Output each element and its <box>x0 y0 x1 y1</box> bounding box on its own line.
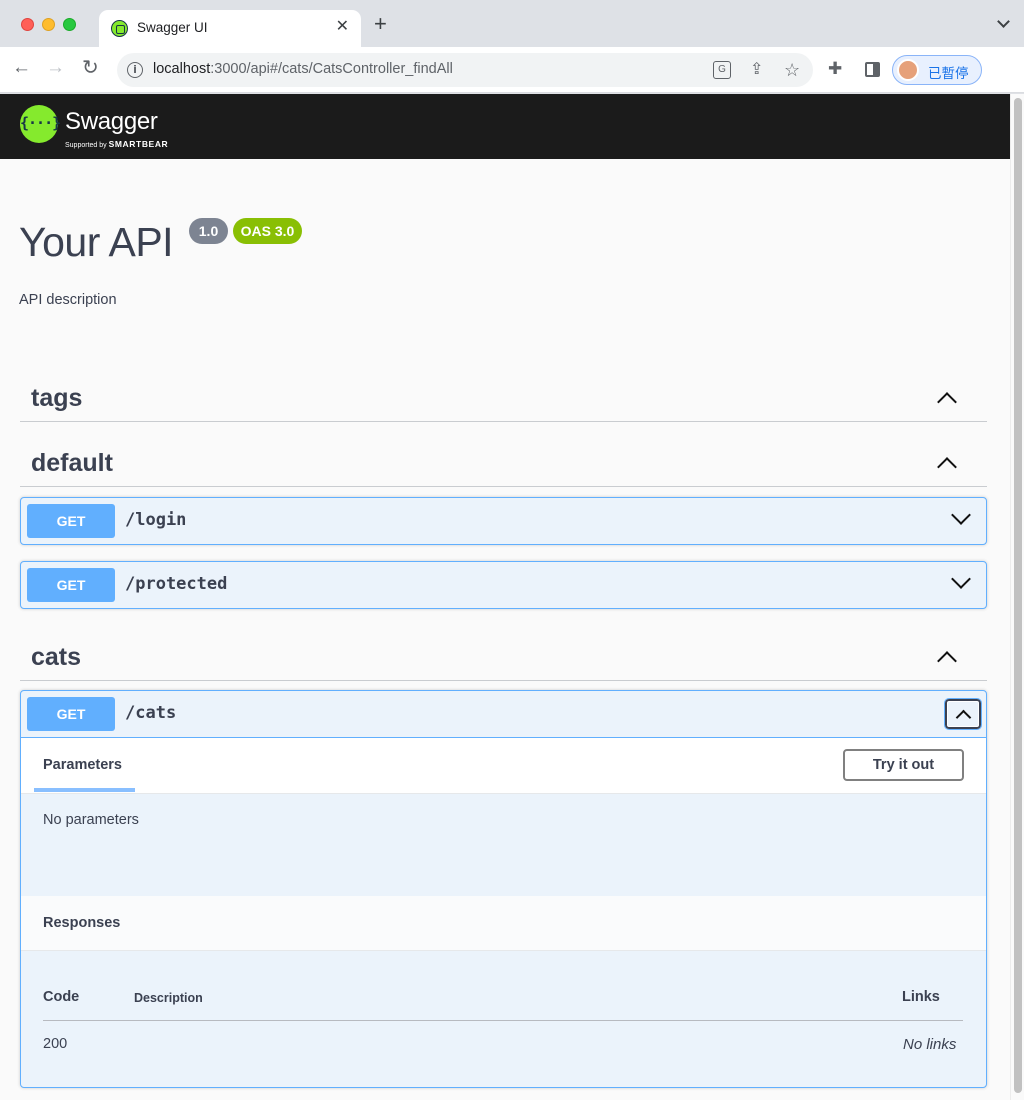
forward-icon[interactable]: → <box>46 57 65 79</box>
logo-subtitle: Supported by SMARTBEAR <box>65 139 169 149</box>
chevron-up-icon <box>955 709 972 726</box>
operation-get-login[interactable]: GET /login <box>20 497 987 545</box>
section-header-cats[interactable]: cats <box>20 631 987 681</box>
swagger-page: {···} Swagger Supported by SMARTBEAR You… <box>0 94 1010 1100</box>
operation-get-cats: GET /cats Parameters Try it out No param… <box>20 690 987 1088</box>
oas-badge: OAS 3.0 <box>233 218 302 244</box>
collapse-operation-button[interactable] <box>944 698 982 730</box>
responses-title: Responses <box>43 915 121 931</box>
responses-header: Responses <box>21 896 986 951</box>
operation-path: /cats <box>125 703 177 723</box>
operation-summary[interactable]: GET /protected <box>21 562 986 608</box>
side-panel-icon[interactable] <box>865 62 880 77</box>
api-description: API description <box>19 292 117 308</box>
parameters-header: Parameters Try it out <box>21 738 986 794</box>
section-title: default <box>31 449 113 477</box>
close-window-button[interactable] <box>21 18 34 31</box>
swagger-topbar: {···} Swagger Supported by SMARTBEAR <box>0 94 1010 159</box>
active-tab-indicator <box>34 788 135 792</box>
no-parameters-text: No parameters <box>43 812 139 828</box>
chevron-down-icon[interactable] <box>951 505 971 525</box>
method-badge: GET <box>27 504 115 538</box>
reload-icon[interactable]: ↻ <box>82 57 99 79</box>
address-bar[interactable]: i localhost:3000/api#/cats/CatsControlle… <box>117 53 813 87</box>
scrollbar-thumb[interactable] <box>1014 98 1022 1093</box>
chevron-down-icon[interactable] <box>951 569 971 589</box>
minimize-window-button[interactable] <box>42 18 55 31</box>
api-title: Your API <box>19 219 174 265</box>
chevron-up-icon[interactable] <box>937 651 957 671</box>
operation-get-protected[interactable]: GET /protected <box>20 561 987 609</box>
maximize-window-button[interactable] <box>63 18 76 31</box>
operation-summary[interactable]: GET /cats <box>21 691 986 737</box>
column-header-code: Code <box>43 989 80 1005</box>
profile-status: 已暫停 <box>928 66 969 82</box>
tab-parameters[interactable]: Parameters <box>43 757 122 773</box>
back-icon[interactable]: ← <box>12 57 31 79</box>
browser-tab[interactable]: Swagger UI ✕ <box>99 10 361 47</box>
logo-text[interactable]: Swagger <box>65 108 158 136</box>
tab-title: Swagger UI <box>137 20 208 35</box>
table-divider <box>43 1020 963 1021</box>
tab-close-icon[interactable]: ✕ <box>336 18 349 36</box>
browser-tab-bar: Swagger UI ✕ + <box>0 0 1024 47</box>
chevron-up-icon[interactable] <box>937 457 957 477</box>
swagger-logo-icon[interactable]: {···} <box>20 105 61 143</box>
new-tab-button[interactable]: + <box>374 13 387 35</box>
chevron-up-icon[interactable] <box>937 392 957 412</box>
method-badge: GET <box>27 568 115 602</box>
star-icon[interactable]: ☆ <box>784 60 800 80</box>
section-title: tags <box>31 384 83 412</box>
extensions-icon[interactable]: ✚ <box>828 59 842 79</box>
avatar <box>897 59 919 81</box>
method-badge: GET <box>27 697 115 731</box>
browser-toolbar: ← → ↻ i localhost:3000/api#/cats/CatsCon… <box>0 47 1024 93</box>
column-header-links: Links <box>902 989 940 1005</box>
profile-button[interactable]: 已暫停 <box>892 55 982 85</box>
try-it-out-button[interactable]: Try it out <box>843 749 964 781</box>
operation-body: Parameters Try it out No parameters Resp… <box>21 737 986 1053</box>
version-badge: 1.0 <box>189 218 228 244</box>
swagger-favicon-icon <box>111 20 128 37</box>
column-header-description: Description <box>134 991 203 1005</box>
info-icon[interactable]: i <box>127 62 143 78</box>
page-scrollbar[interactable] <box>1010 94 1024 1100</box>
share-icon[interactable]: ⇪ <box>750 60 763 80</box>
translate-icon[interactable]: G <box>713 61 731 79</box>
operation-path: /login <box>125 510 187 530</box>
operation-path: /protected <box>125 574 228 594</box>
section-title: cats <box>31 643 82 671</box>
section-header-default[interactable]: default <box>20 437 987 487</box>
section-header-tags[interactable]: tags <box>20 372 987 422</box>
operation-summary[interactable]: GET /login <box>21 498 986 544</box>
response-links: No links <box>903 1036 957 1053</box>
response-code: 200 <box>43 1036 68 1052</box>
tab-search-chevron-icon[interactable] <box>997 15 1010 28</box>
url-text[interactable]: localhost:3000/api#/cats/CatsController_… <box>153 61 453 77</box>
